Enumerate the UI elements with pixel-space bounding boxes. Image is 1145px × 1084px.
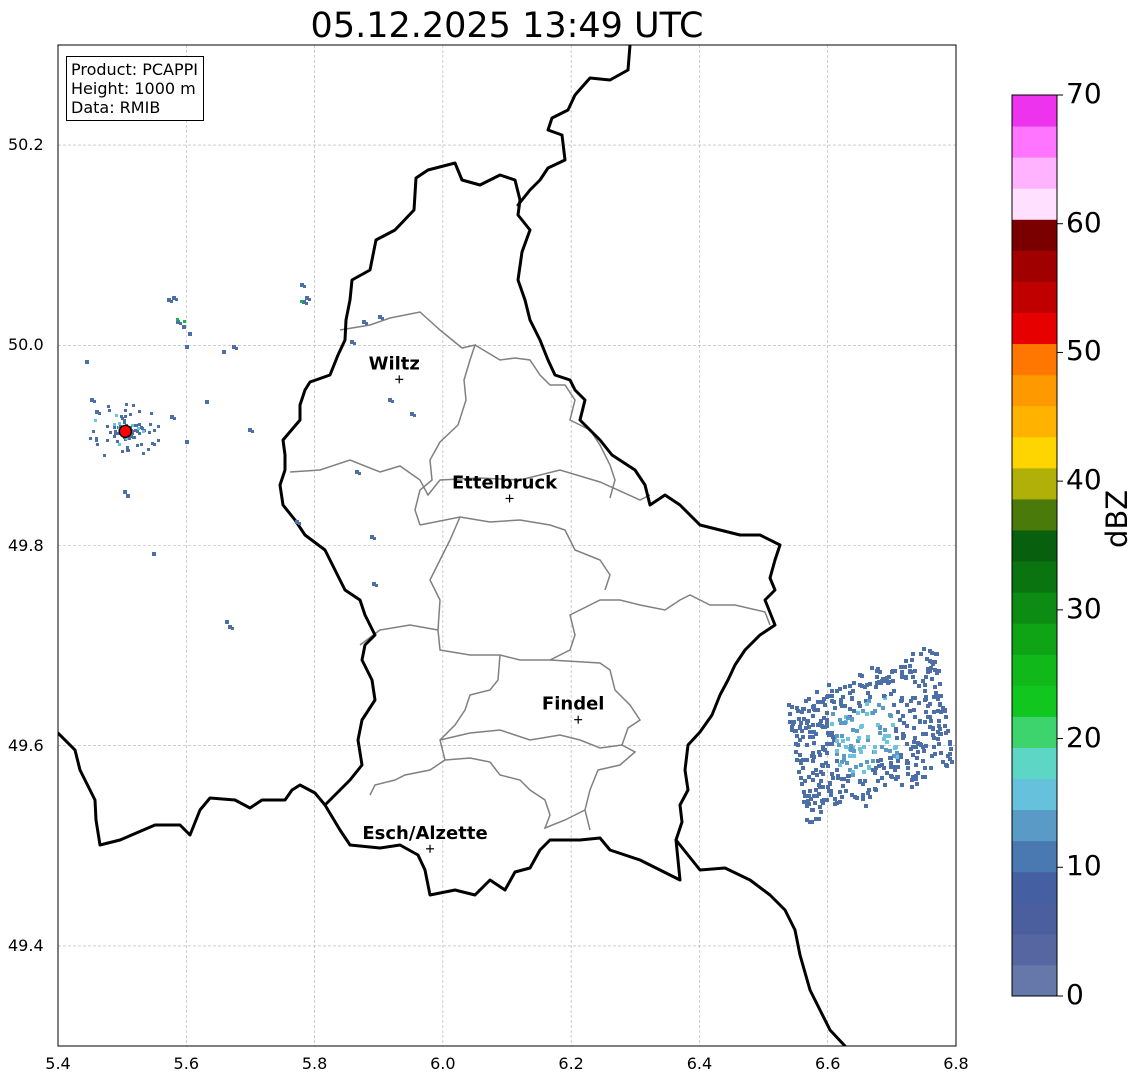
- y-tick-label: 49.8: [8, 535, 44, 555]
- x-tick-label: 6.2: [558, 1054, 584, 1073]
- city-label: Esch/Alzette: [362, 823, 487, 844]
- colorbar-segment: [1012, 964, 1057, 997]
- radar-site-marker: [118, 424, 132, 439]
- colorbar-label: dBZ: [1100, 489, 1134, 548]
- y-tick-label: 50.2: [8, 135, 44, 155]
- x-tick-label: 6.6: [814, 1054, 841, 1073]
- radar-echoes: [85, 283, 954, 824]
- x-tick-label: 6.4: [686, 1054, 713, 1073]
- colorbar-segment: [1012, 716, 1057, 748]
- colorbar-segment: [1012, 685, 1057, 717]
- colorbar-segment: [1012, 436, 1057, 469]
- colorbar-segment: [1012, 654, 1057, 686]
- colorbar-segment: [1012, 871, 1057, 904]
- colorbar-segment: [1012, 933, 1057, 966]
- colorbar-tick-label: 30: [1066, 591, 1102, 625]
- data-source-label: Data: RMIB: [71, 98, 161, 117]
- colorbar-segment: [1012, 343, 1057, 376]
- colorbar-tick-label: 0: [1066, 978, 1084, 1011]
- colorbar-segment: [1012, 623, 1057, 655]
- colorbar-segment: [1012, 374, 1057, 407]
- x-tick-label: 5.6: [173, 1054, 199, 1073]
- x-tick-label: 6.8: [943, 1054, 969, 1073]
- canton-boundaries: [289, 311, 771, 831]
- x-tick-label: 6.0: [430, 1054, 456, 1073]
- canton-boundary: [444, 757, 586, 830]
- colorbar-segment: [1012, 281, 1057, 313]
- colorbar-segment: [1012, 902, 1057, 935]
- x-tick-label: 5.8: [301, 1054, 328, 1073]
- colorbar-tick-label: 60: [1066, 205, 1102, 239]
- colorbar-segment: [1012, 529, 1057, 562]
- city-label: Findel: [542, 694, 605, 715]
- canton-boundary: [549, 659, 642, 831]
- product-info-box: Product: PCAPPI Height: 1000 m Data: RMI…: [66, 56, 205, 121]
- france-germany-border: [674, 838, 847, 1046]
- luxembourg-border: [278, 161, 782, 897]
- colorbar-tick-label: 50: [1066, 334, 1102, 368]
- colorbar-tick-label: 70: [1066, 77, 1102, 110]
- city-findel: Findel: [542, 694, 605, 724]
- colorbar-segment: [1012, 809, 1057, 842]
- belgium-france-border: [58, 731, 327, 847]
- colorbar-segment: [1012, 95, 1057, 127]
- colorbar-segment: [1012, 778, 1057, 811]
- canton-boundary: [419, 516, 611, 591]
- colorbar-segment: [1012, 840, 1057, 873]
- colorbar-segment: [1012, 219, 1057, 251]
- colorbar-tick-label: 40: [1066, 463, 1102, 497]
- product-label: Product: PCAPPI: [71, 60, 199, 79]
- city-label: Wiltz: [369, 353, 420, 374]
- colorbar-segment: [1012, 561, 1057, 593]
- colorbar-segment: [1012, 747, 1057, 780]
- country-borders: [58, 45, 847, 1046]
- x-tick-label: 5.4: [45, 1054, 71, 1073]
- colorbar-segment: [1012, 467, 1057, 500]
- colorbar-tick-label: 20: [1066, 720, 1102, 754]
- city-ettelbruck: Ettelbruck: [452, 472, 558, 503]
- colorbar-segment: [1012, 498, 1057, 531]
- y-tick-label: 49.4: [8, 935, 44, 955]
- colorbar-segment: [1012, 312, 1057, 345]
- grid-lines: [58, 45, 956, 1046]
- canton-boundary: [369, 654, 501, 796]
- colorbar-segment: [1012, 188, 1057, 220]
- colorbar-segment: [1012, 592, 1057, 624]
- radar-map: Wiltz Ettelbruck Findel Esch/Alzette: [57, 44, 1063, 1047]
- y-tick-label: 50.0: [8, 335, 44, 355]
- axes-frame: [57, 44, 957, 1047]
- colorbar-tick-label: 10: [1066, 849, 1102, 883]
- colorbar-segment: [1012, 250, 1057, 282]
- y-tick-label: 49.6: [8, 735, 44, 755]
- height-label: Height: 1000 m: [71, 79, 196, 98]
- germany-border: [516, 45, 632, 207]
- city-label: Ettelbruck: [452, 472, 558, 493]
- colorbar-segment: [1012, 126, 1057, 158]
- canton-boundary: [439, 729, 623, 749]
- colorbar: [1011, 94, 1063, 997]
- canton-boundary: [429, 516, 771, 661]
- colorbar-segment: [1012, 405, 1057, 438]
- city-wiltz: Wiltz: [369, 353, 420, 384]
- colorbar-segment: [1012, 157, 1057, 189]
- map-title: 05.12.2025 13:49 UTC: [310, 6, 704, 46]
